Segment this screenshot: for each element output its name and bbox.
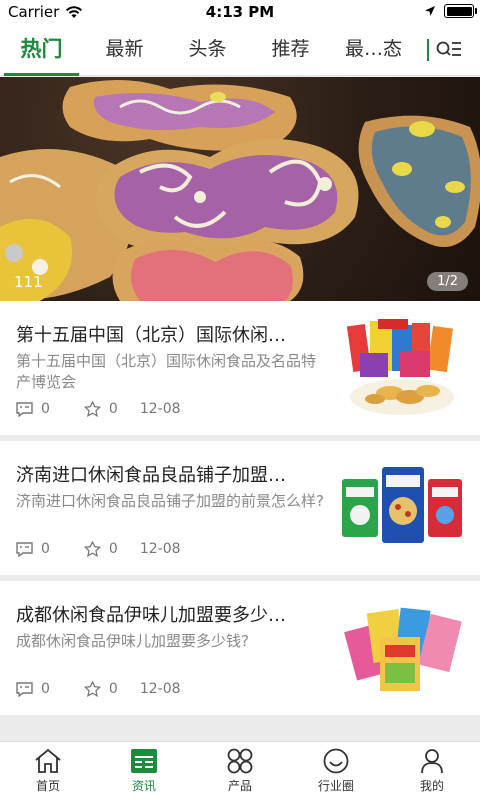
star-count: 0 <box>83 681 118 697</box>
snack-thumbnail-image <box>342 467 462 543</box>
star-icon <box>83 541 101 557</box>
snack-thumbnail-image <box>344 607 462 691</box>
cookies-banner-image <box>0 79 480 301</box>
comment-count: 0 <box>16 401 50 417</box>
news-description: 济南进口休闲食品良品铺子加盟的前景怎么样? <box>16 492 324 510</box>
app-root: Carrier 4:13 PM 热门 最新 头条 推荐 最…态 111 1/2 … <box>0 0 480 800</box>
news-title: 成都休闲食品伊味儿加盟要多少… <box>16 605 286 626</box>
news-title: 济南进口休闲食品良品铺子加盟… <box>16 465 286 486</box>
news-item[interactable]: 济南进口休闲食品良品铺子加盟… 济南进口休闲食品良品铺子加盟的前景怎么样? 0 … <box>0 441 480 575</box>
snack-thumbnail-image <box>346 319 454 415</box>
news-icon <box>131 749 157 773</box>
status-bar: Carrier 4:13 PM <box>0 0 480 24</box>
tab-recommended[interactable]: 推荐 <box>249 24 332 76</box>
nav-mine[interactable]: 我的 <box>384 742 480 800</box>
nav-products-label: 产品 <box>227 779 252 793</box>
banner-caption: 111 <box>14 273 43 291</box>
nav-mine-label: 我的 <box>419 779 444 793</box>
battery-icon <box>444 4 477 18</box>
category-tabs: 热门 最新 头条 推荐 最…态 <box>0 24 480 76</box>
nav-industry-circle-label: 行业圈 <box>317 779 354 793</box>
news-date: 12-08 <box>139 401 181 417</box>
star-count-value: 0 <box>108 681 118 697</box>
status-time: 4:13 PM <box>205 3 275 21</box>
comment-icon <box>16 401 33 417</box>
status-right <box>424 4 477 18</box>
home-icon <box>35 748 61 773</box>
nav-news-label: 资讯 <box>131 779 156 793</box>
tab-hot[interactable]: 热门 <box>0 24 83 76</box>
nav-home[interactable]: 首页 <box>0 742 96 800</box>
star-icon <box>83 681 101 697</box>
news-list: 第十五届中国（北京）国际休闲… 第十五届中国（北京）国际休闲食品及名品特产博览会… <box>0 301 480 721</box>
smile-icon <box>323 748 349 774</box>
banner-carousel[interactable]: 111 1/2 <box>0 77 480 301</box>
bottom-tab-bar: 首页 资讯 产品 行业圈 我的 <box>0 741 480 800</box>
star-icon <box>83 401 101 417</box>
comment-count-value: 0 <box>41 401 50 417</box>
news-date: 12-08 <box>139 541 181 557</box>
nav-home-label: 首页 <box>35 779 60 793</box>
news-title: 第十五届中国（北京）国际休闲… <box>16 325 286 346</box>
tab-latest-news[interactable]: 最…态 <box>332 24 415 76</box>
nav-industry-circle[interactable]: 行业圈 <box>288 742 384 800</box>
banner-page-indicator: 1/2 <box>427 272 468 291</box>
tab-latest[interactable]: 最新 <box>83 24 166 76</box>
grid-icon <box>227 748 253 774</box>
comment-count: 0 <box>16 541 50 557</box>
star-count: 0 <box>83 541 118 557</box>
star-count-value: 0 <box>108 541 118 557</box>
tab-headlines[interactable]: 头条 <box>166 24 249 76</box>
search-menu-icon <box>436 41 461 56</box>
comment-icon <box>16 541 33 557</box>
nav-news[interactable]: 资讯 <box>96 742 192 800</box>
comment-count: 0 <box>16 681 50 697</box>
news-meta: 0 0 12-08 <box>16 681 181 697</box>
news-description: 第十五届中国（北京）国际休闲食品及名品特产博览会 <box>16 352 317 391</box>
comment-count-value: 0 <box>41 681 50 697</box>
news-meta: 0 0 12-08 <box>16 401 181 417</box>
comment-count-value: 0 <box>41 541 50 557</box>
star-count: 0 <box>83 401 118 417</box>
user-icon <box>421 749 443 774</box>
comment-icon <box>16 681 33 697</box>
news-item[interactable]: 成都休闲食品伊味儿加盟要多少… 成都休闲食品伊味儿加盟要多少钱? 0 0 12-… <box>0 581 480 715</box>
news-description: 成都休闲食品伊味儿加盟要多少钱? <box>16 632 249 650</box>
news-meta: 0 0 12-08 <box>16 541 181 557</box>
nav-products[interactable]: 产品 <box>192 742 288 800</box>
star-count-value: 0 <box>108 401 118 417</box>
news-item[interactable]: 第十五届中国（北京）国际休闲… 第十五届中国（北京）国际休闲食品及名品特产博览会… <box>0 301 480 435</box>
location-arrow-icon <box>425 6 435 16</box>
category-menu-button[interactable] <box>429 24 469 76</box>
news-date: 12-08 <box>139 681 181 697</box>
